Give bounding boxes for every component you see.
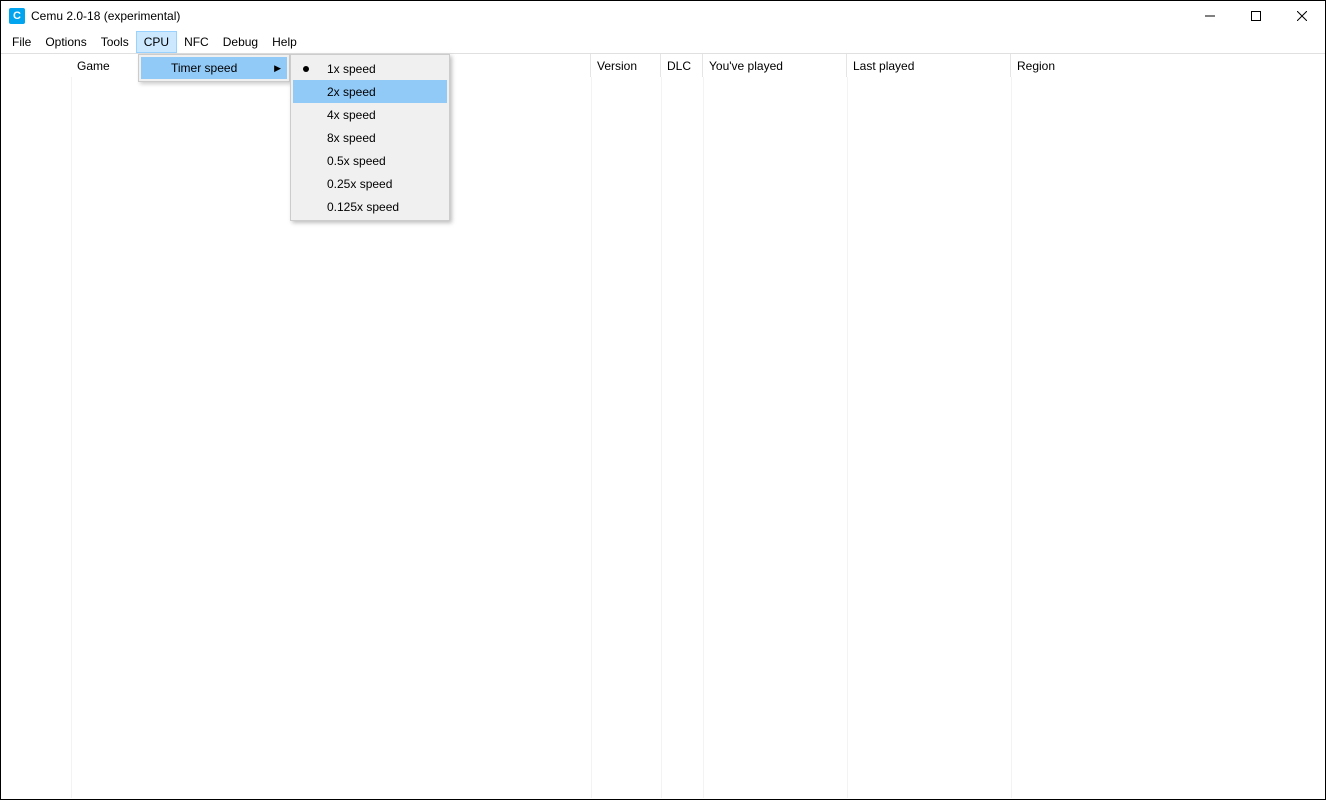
window-controls	[1187, 1, 1325, 31]
column-header-dlc[interactable]: DLC	[661, 54, 703, 77]
column-header-last[interactable]: Last played	[847, 54, 1011, 77]
speed-option[interactable]: 0.5x speed	[293, 149, 447, 172]
column-divider	[71, 77, 72, 798]
speed-option-label: 1x speed	[327, 62, 376, 76]
menu-debug[interactable]: Debug	[216, 31, 265, 53]
speed-option-label: 0.125x speed	[327, 200, 399, 214]
speed-option-label: 0.5x speed	[327, 154, 386, 168]
speed-option[interactable]: 8x speed	[293, 126, 447, 149]
radio-dot-icon	[303, 66, 309, 72]
menu-tools[interactable]: Tools	[94, 31, 136, 53]
menu-cpu[interactable]: CPU	[136, 31, 177, 53]
minimize-button[interactable]	[1187, 1, 1233, 31]
column-header-region[interactable]: Region	[1011, 54, 1325, 77]
speed-option[interactable]: 2x speed	[293, 80, 447, 103]
submenu-item-timer-speed[interactable]: Timer speed ▶	[141, 57, 287, 79]
column-header-version[interactable]: Version	[591, 54, 661, 77]
column-divider	[661, 77, 662, 798]
speed-option-label: 8x speed	[327, 131, 376, 145]
table-body	[2, 77, 1324, 798]
close-button[interactable]	[1279, 1, 1325, 31]
timer-speed-submenu: 1x speed 2x speed 4x speed 8x speed 0.5x spe…	[290, 54, 450, 221]
maximize-button[interactable]	[1233, 1, 1279, 31]
menu-file[interactable]: File	[5, 31, 38, 53]
menubar: File Options Tools CPU NFC Debug Help	[1, 31, 1325, 54]
speed-option-label: 4x speed	[327, 108, 376, 122]
window-title: Cemu 2.0-18 (experimental)	[31, 9, 180, 23]
menu-options[interactable]: Options	[38, 31, 93, 53]
speed-option[interactable]: 0.25x speed	[293, 172, 447, 195]
speed-option[interactable]: 0.125x speed	[293, 195, 447, 218]
menu-nfc[interactable]: NFC	[177, 31, 216, 53]
column-divider	[703, 77, 704, 798]
speed-option-label: 0.25x speed	[327, 177, 392, 191]
speed-option[interactable]: 1x speed	[293, 57, 447, 80]
cpu-submenu: Timer speed ▶	[138, 54, 290, 82]
speed-option-label: 2x speed	[327, 85, 376, 99]
submenu-item-label: Timer speed	[171, 61, 237, 75]
column-divider	[591, 77, 592, 798]
column-divider	[1011, 77, 1012, 798]
column-divider	[847, 77, 848, 798]
column-header-played[interactable]: You've played	[703, 54, 847, 77]
menu-help[interactable]: Help	[265, 31, 304, 53]
titlebar: C Cemu 2.0-18 (experimental)	[1, 1, 1325, 31]
speed-option[interactable]: 4x speed	[293, 103, 447, 126]
chevron-right-icon: ▶	[274, 63, 281, 74]
app-icon: C	[9, 8, 25, 24]
